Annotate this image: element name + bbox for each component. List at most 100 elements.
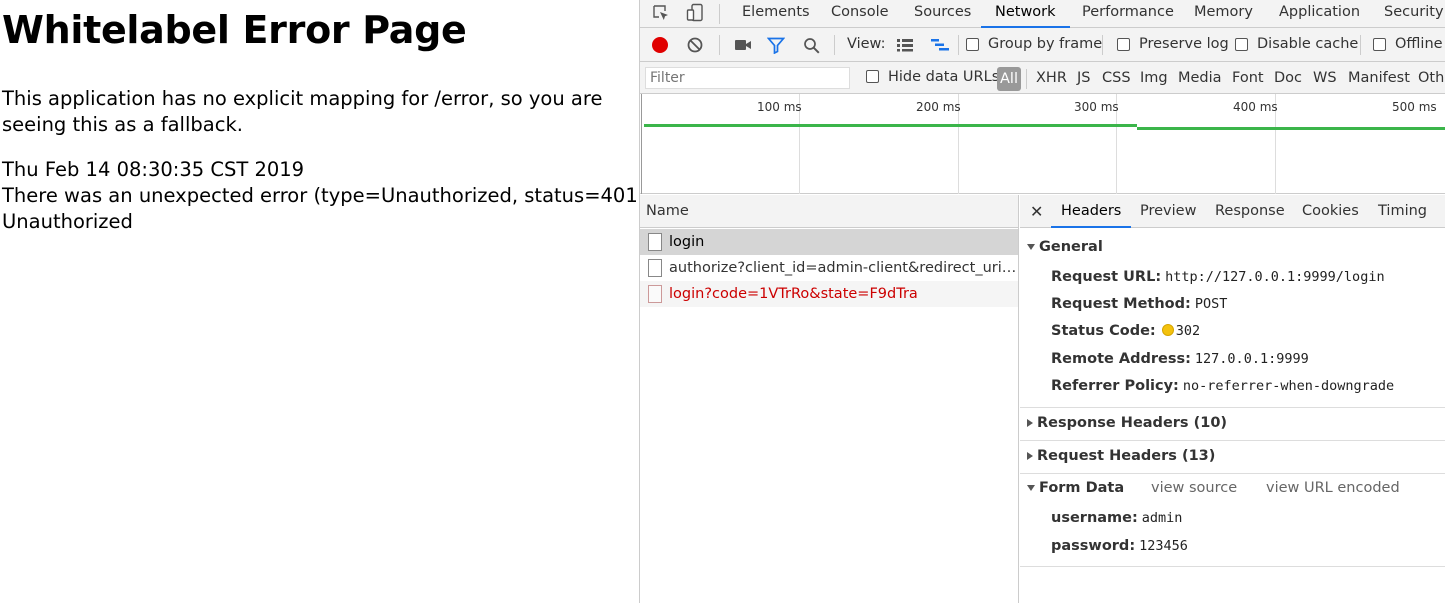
- network-toolbar: View: Group by frame Preserve log Disabl…: [640, 28, 1445, 62]
- page-title: Whitelabel Error Page: [2, 8, 467, 52]
- status-code-row: Status Code: 302: [1051, 323, 1200, 339]
- filter-type-other[interactable]: Other: [1418, 62, 1445, 94]
- form-data-title: Form Data: [1039, 480, 1125, 496]
- overview-icon[interactable]: [930, 38, 950, 52]
- request-row[interactable]: authorize?client_id=admin-client&redirec…: [640, 255, 1018, 281]
- view-url-encoded-link[interactable]: view URL encoded: [1266, 480, 1400, 496]
- document-icon: [648, 233, 662, 251]
- document-icon: [648, 285, 662, 303]
- tab-preview[interactable]: Preview: [1140, 195, 1196, 228]
- intro-text: This application has no explicit mapping…: [2, 87, 603, 136]
- expand-triangle-icon: [1027, 484, 1035, 491]
- password-label: password:: [1051, 538, 1136, 554]
- devtools-panel: Elements Console Sources Network Perform…: [639, 0, 1445, 603]
- disable-cache-label: Disable cache: [1257, 36, 1359, 52]
- filter-type-doc[interactable]: Doc: [1274, 62, 1302, 94]
- hide-data-urls-checkbox[interactable]: [866, 70, 879, 83]
- section-divider: [1020, 473, 1445, 474]
- tabbar-divider: [719, 4, 720, 24]
- preserve-log-label: Preserve log: [1139, 36, 1229, 52]
- error-description: There was an unexpected error (type=Unau…: [2, 184, 652, 207]
- response-headers-section-header[interactable]: Response Headers (10): [1020, 415, 1445, 431]
- filter-divider: [1026, 69, 1027, 89]
- browser-page: Whitelabel Error Page This application h…: [0, 0, 652, 603]
- large-rows-icon[interactable]: [896, 38, 914, 52]
- error-message: Unauthorized: [2, 210, 133, 233]
- password-value: 123456: [1139, 538, 1188, 554]
- group-by-frame-checkbox[interactable]: [966, 38, 979, 51]
- device-toolbar-icon[interactable]: [685, 3, 705, 23]
- name-column-header[interactable]: Name: [640, 195, 1018, 228]
- expand-triangle-icon: [1027, 243, 1035, 250]
- filter-type-media[interactable]: Media: [1178, 62, 1222, 94]
- filter-type-ws[interactable]: WS: [1313, 62, 1337, 94]
- referrer-policy-value: no-referrer-when-downgrade: [1182, 378, 1395, 394]
- disable-cache-checkbox[interactable]: [1235, 38, 1248, 51]
- tab-security[interactable]: Security: [1384, 0, 1444, 28]
- toolbar-divider: [719, 35, 720, 55]
- tab-sources[interactable]: Sources: [914, 0, 971, 28]
- capture-screenshots-icon[interactable]: [734, 38, 752, 52]
- filter-bar: Hide data URLs All XHR JS CSS Img Media …: [640, 62, 1445, 94]
- status-warning-icon: [1161, 324, 1174, 336]
- remote-address-label: Remote Address:: [1051, 351, 1191, 367]
- tab-application[interactable]: Application: [1279, 0, 1360, 28]
- filter-type-all[interactable]: All: [997, 67, 1021, 91]
- search-icon[interactable]: [803, 37, 820, 54]
- password-row: password: 123456: [1051, 538, 1188, 554]
- record-icon[interactable]: [652, 37, 668, 53]
- filter-type-js[interactable]: JS: [1077, 62, 1090, 94]
- document-icon: [648, 259, 662, 277]
- tab-timing[interactable]: Timing: [1378, 195, 1427, 228]
- section-divider: [1020, 407, 1445, 408]
- devtools-tabbar: Elements Console Sources Network Perform…: [640, 0, 1445, 28]
- filter-icon[interactable]: [766, 37, 786, 55]
- filter-type-img[interactable]: Img: [1140, 62, 1168, 94]
- error-timestamp: Thu Feb 14 08:30:35 CST 2019: [2, 158, 305, 181]
- view-label: View:: [847, 36, 886, 52]
- tab-memory[interactable]: Memory: [1194, 0, 1253, 28]
- tab-performance[interactable]: Performance: [1082, 0, 1174, 28]
- waterfall-bar: [644, 124, 1137, 127]
- request-headers-section-header[interactable]: Request Headers (13): [1020, 448, 1445, 464]
- timeline-tick-label: 500 ms: [1392, 100, 1437, 114]
- referrer-policy-row: Referrer Policy: no-referrer-when-downgra…: [1051, 378, 1394, 394]
- close-icon[interactable]: ✕: [1030, 195, 1043, 228]
- request-details: ✕ Headers Preview Response Cookies Timin…: [1020, 195, 1445, 603]
- remote-address-row: Remote Address: 127.0.0.1:9999: [1051, 351, 1309, 367]
- tab-console[interactable]: Console: [831, 0, 889, 28]
- tab-cookies[interactable]: Cookies: [1302, 195, 1359, 228]
- request-url-label: Request URL:: [1051, 269, 1162, 285]
- general-title: General: [1039, 239, 1103, 255]
- request-row[interactable]: login: [640, 229, 1018, 255]
- inspect-element-icon[interactable]: [652, 4, 670, 22]
- section-divider: [1020, 566, 1445, 567]
- view-source-link[interactable]: view source: [1151, 480, 1237, 496]
- request-name: login?code=1VTrRo&state=F9dTra: [669, 286, 918, 302]
- hide-data-urls-label: Hide data URLs: [888, 69, 1000, 85]
- filter-type-xhr[interactable]: XHR: [1036, 62, 1067, 94]
- tab-headers[interactable]: Headers: [1051, 195, 1132, 228]
- preserve-log-checkbox[interactable]: [1117, 38, 1130, 51]
- timeline-tick-label: 100 ms: [757, 100, 802, 114]
- username-label: username:: [1051, 510, 1138, 526]
- clear-icon[interactable]: [687, 37, 703, 53]
- filter-type-font[interactable]: Font: [1232, 62, 1264, 94]
- timeline-tick-label: 200 ms: [916, 100, 961, 114]
- tab-response[interactable]: Response: [1215, 195, 1285, 228]
- tab-network[interactable]: Network: [981, 0, 1070, 28]
- tab-elements[interactable]: Elements: [742, 0, 810, 28]
- request-method-value: POST: [1194, 296, 1228, 312]
- timeline-start-marker: [641, 94, 642, 194]
- request-row[interactable]: login?code=1VTrRo&state=F9dTra: [640, 281, 1018, 307]
- filter-input[interactable]: [645, 67, 850, 89]
- general-section-header[interactable]: General: [1020, 239, 1445, 255]
- filter-type-css[interactable]: CSS: [1102, 62, 1131, 94]
- request-headers-title: Request Headers (13): [1037, 448, 1216, 464]
- toolbar-divider: [1102, 35, 1103, 55]
- network-overview[interactable]: 100 ms 200 ms 300 ms 400 ms 500 ms: [640, 94, 1445, 194]
- username-row: username: admin: [1051, 510, 1182, 526]
- filter-type-manifest[interactable]: Manifest: [1348, 62, 1410, 94]
- collapse-triangle-icon: [1027, 451, 1033, 460]
- offline-checkbox[interactable]: [1373, 38, 1386, 51]
